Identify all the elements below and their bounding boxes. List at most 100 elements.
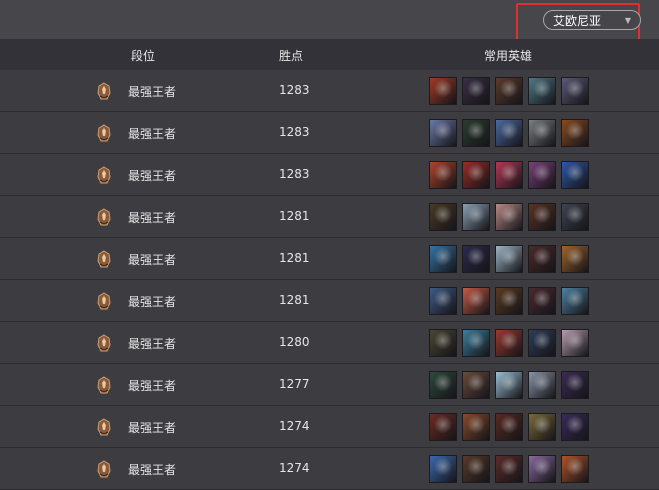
rank-name: 最强王者 bbox=[128, 379, 177, 393]
champion-portrait[interactable] bbox=[528, 77, 556, 105]
league-points: 1280 bbox=[279, 335, 310, 349]
champion-portrait[interactable] bbox=[429, 329, 457, 357]
champion-portrait[interactable] bbox=[561, 413, 589, 441]
challenger-rank-icon bbox=[97, 376, 111, 394]
champion-portrait[interactable] bbox=[429, 203, 457, 231]
champion-portrait[interactable] bbox=[561, 329, 589, 357]
league-points: 1283 bbox=[279, 125, 310, 139]
champion-portrait[interactable] bbox=[429, 119, 457, 147]
table-row[interactable]: 最强王者 1281 bbox=[0, 238, 659, 280]
champion-portrait[interactable] bbox=[462, 119, 490, 147]
champion-list bbox=[429, 371, 589, 399]
champion-portrait[interactable] bbox=[462, 245, 490, 273]
champion-list bbox=[429, 329, 589, 357]
champion-portrait[interactable] bbox=[462, 77, 490, 105]
champion-portrait[interactable] bbox=[495, 455, 523, 483]
champion-portrait[interactable] bbox=[429, 161, 457, 189]
column-header-points: 胜点 bbox=[279, 49, 304, 63]
champion-portrait[interactable] bbox=[561, 119, 589, 147]
ranking-table: 最强王者 1283 最强王者 1283 最强王者 1283 最强王者 1281 最强王者 1281… bbox=[0, 70, 659, 490]
challenger-rank-icon bbox=[97, 250, 111, 268]
rank-name: 最强王者 bbox=[128, 295, 177, 309]
league-points: 1277 bbox=[279, 377, 310, 391]
champion-portrait[interactable] bbox=[429, 287, 457, 315]
champion-portrait[interactable] bbox=[561, 161, 589, 189]
champion-portrait[interactable] bbox=[495, 287, 523, 315]
champion-portrait[interactable] bbox=[495, 119, 523, 147]
rank-name: 最强王者 bbox=[128, 85, 177, 99]
table-row[interactable]: 最强王者 1274 bbox=[0, 406, 659, 448]
table-row[interactable]: 最强王者 1283 bbox=[0, 112, 659, 154]
rank-name: 最强王者 bbox=[128, 211, 177, 225]
table-header: 段位 胜点 常用英雄 bbox=[0, 39, 659, 70]
server-dropdown-value: 艾欧尼亚 bbox=[553, 13, 602, 28]
champion-portrait[interactable] bbox=[462, 413, 490, 441]
league-points: 1281 bbox=[279, 209, 310, 223]
champion-portrait[interactable] bbox=[462, 455, 490, 483]
champion-list bbox=[429, 77, 589, 105]
server-dropdown[interactable]: 艾欧尼亚 ▼ bbox=[543, 10, 641, 30]
champion-portrait[interactable] bbox=[495, 77, 523, 105]
champion-portrait[interactable] bbox=[429, 245, 457, 273]
challenger-rank-icon bbox=[97, 166, 111, 184]
champion-portrait[interactable] bbox=[462, 287, 490, 315]
champion-portrait[interactable] bbox=[528, 329, 556, 357]
table-row[interactable]: 最强王者 1280 bbox=[0, 322, 659, 364]
table-row[interactable]: 最强王者 1283 bbox=[0, 154, 659, 196]
champion-list bbox=[429, 287, 589, 315]
champion-portrait[interactable] bbox=[561, 77, 589, 105]
champion-portrait[interactable] bbox=[462, 203, 490, 231]
table-row[interactable]: 最强王者 1274 bbox=[0, 448, 659, 490]
challenger-rank-icon bbox=[97, 124, 111, 142]
table-row[interactable]: 最强王者 1277 bbox=[0, 364, 659, 406]
champion-portrait[interactable] bbox=[528, 245, 556, 273]
champion-portrait[interactable] bbox=[561, 245, 589, 273]
challenger-rank-icon bbox=[97, 292, 111, 310]
league-points: 1274 bbox=[279, 419, 310, 433]
champion-portrait[interactable] bbox=[561, 455, 589, 483]
champion-portrait[interactable] bbox=[561, 203, 589, 231]
champion-portrait[interactable] bbox=[495, 371, 523, 399]
champion-portrait[interactable] bbox=[495, 329, 523, 357]
champion-portrait[interactable] bbox=[528, 287, 556, 315]
champion-portrait[interactable] bbox=[495, 203, 523, 231]
table-row[interactable]: 最强王者 1281 bbox=[0, 280, 659, 322]
chevron-down-icon: ▼ bbox=[624, 16, 631, 25]
champion-portrait[interactable] bbox=[495, 245, 523, 273]
champion-portrait[interactable] bbox=[429, 413, 457, 441]
league-points: 1281 bbox=[279, 293, 310, 307]
column-header-champions: 常用英雄 bbox=[484, 49, 533, 63]
league-points: 1283 bbox=[279, 167, 310, 181]
rank-name: 最强王者 bbox=[128, 463, 177, 477]
rank-name: 最强王者 bbox=[128, 253, 177, 267]
column-header-rank: 段位 bbox=[131, 49, 156, 63]
champion-portrait[interactable] bbox=[561, 371, 589, 399]
champion-portrait[interactable] bbox=[429, 455, 457, 483]
champion-list bbox=[429, 413, 589, 441]
champion-portrait[interactable] bbox=[528, 119, 556, 147]
champion-portrait[interactable] bbox=[462, 371, 490, 399]
champion-portrait[interactable] bbox=[495, 161, 523, 189]
rank-name: 最强王者 bbox=[128, 421, 177, 435]
table-row[interactable]: 最强王者 1283 bbox=[0, 70, 659, 112]
champion-list bbox=[429, 203, 589, 231]
rank-name: 最强王者 bbox=[128, 169, 177, 183]
table-row[interactable]: 最强王者 1281 bbox=[0, 196, 659, 238]
challenger-rank-icon bbox=[97, 82, 111, 100]
champion-portrait[interactable] bbox=[528, 203, 556, 231]
challenger-rank-icon bbox=[97, 460, 111, 478]
challenger-rank-icon bbox=[97, 418, 111, 436]
champion-portrait[interactable] bbox=[528, 413, 556, 441]
champion-portrait[interactable] bbox=[528, 455, 556, 483]
rank-name: 最强王者 bbox=[128, 127, 177, 141]
champion-portrait[interactable] bbox=[495, 413, 523, 441]
challenger-rank-icon bbox=[97, 334, 111, 352]
champion-portrait[interactable] bbox=[462, 161, 490, 189]
league-points: 1281 bbox=[279, 251, 310, 265]
champion-portrait[interactable] bbox=[429, 77, 457, 105]
champion-portrait[interactable] bbox=[462, 329, 490, 357]
champion-portrait[interactable] bbox=[528, 161, 556, 189]
champion-portrait[interactable] bbox=[528, 371, 556, 399]
champion-portrait[interactable] bbox=[429, 371, 457, 399]
champion-portrait[interactable] bbox=[561, 287, 589, 315]
